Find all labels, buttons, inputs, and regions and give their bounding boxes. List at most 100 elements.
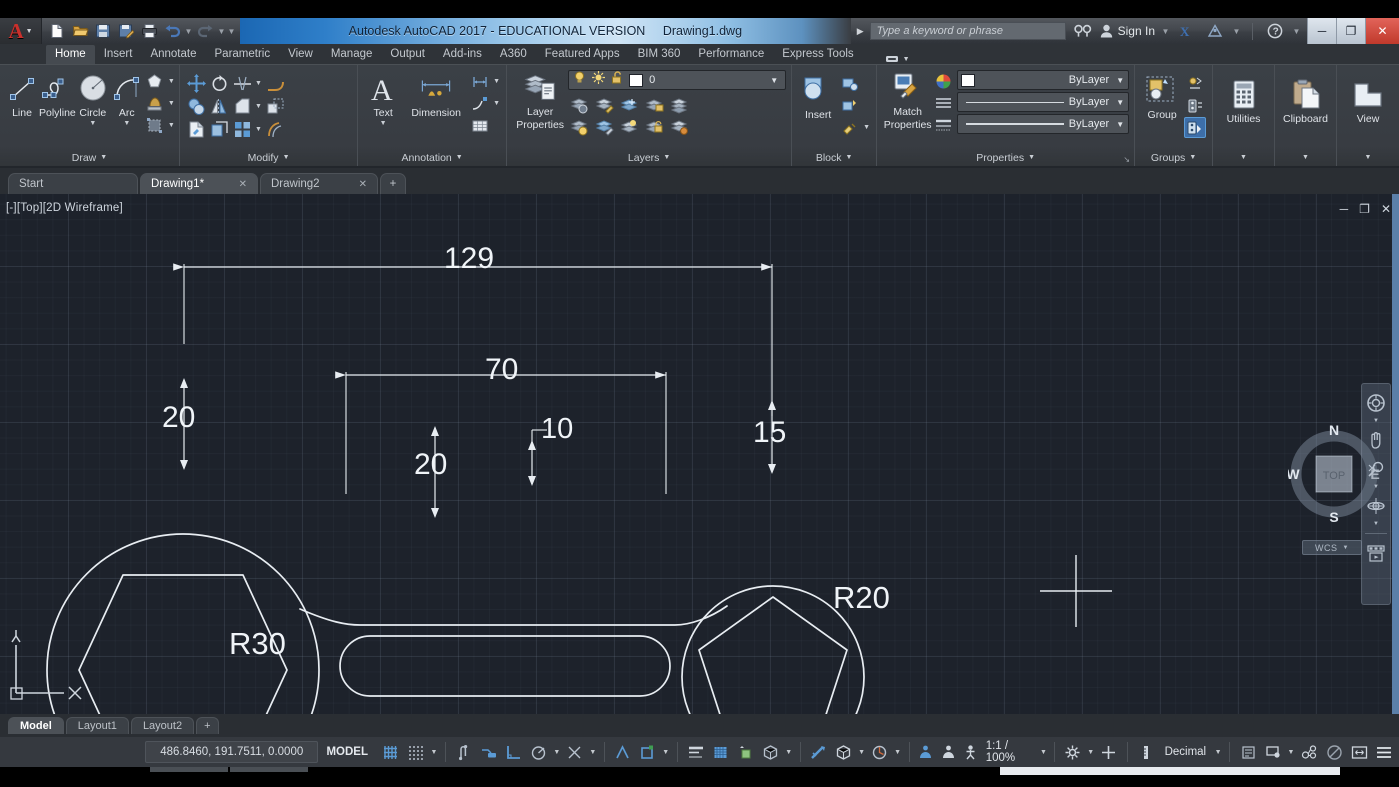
draw-polyline-button[interactable]: Polyline <box>39 69 76 119</box>
create-block-icon[interactable] <box>839 73 861 94</box>
draw-panel-title-bar[interactable]: Draw ▼ <box>0 149 179 166</box>
leader-dropdown-icon[interactable]: ▼ <box>492 100 501 107</box>
workspace-switching-icon[interactable] <box>1061 740 1085 764</box>
plot-icon[interactable] <box>138 20 160 42</box>
autoscale-icon[interactable] <box>915 740 936 764</box>
ribbon-tab-view[interactable]: View <box>279 45 322 64</box>
space-toggle[interactable]: MODEL <box>318 746 376 758</box>
ribbon-tab-output[interactable]: Output <box>381 45 434 64</box>
layer-on-icon[interactable] <box>568 116 590 137</box>
workspace-dropdown-icon[interactable]: ▼ <box>1086 749 1096 756</box>
close-icon[interactable]: ✕ <box>239 179 247 190</box>
view-button[interactable]: View <box>1342 75 1394 125</box>
new-icon[interactable] <box>46 20 68 42</box>
gizmo-icon[interactable] <box>832 740 856 764</box>
gradient-icon[interactable] <box>144 115 166 136</box>
dynamic-ucs-icon[interactable] <box>759 740 783 764</box>
layer-properties-button[interactable]: Layer Properties <box>512 68 568 131</box>
chevron-down-icon[interactable]: ▼ <box>1365 154 1372 161</box>
snap-dropdown-icon[interactable]: ▼ <box>429 749 439 756</box>
stretch-dropdown-icon[interactable]: ▼ <box>254 103 263 110</box>
chevron-down-icon[interactable]: ▼ <box>1116 120 1124 129</box>
sign-in-button[interactable]: Sign In <box>1100 24 1155 38</box>
hardware-acceleration-plus-icon[interactable] <box>1097 740 1121 764</box>
ribbon-tab-addins[interactable]: Add-ins <box>434 45 491 64</box>
rotate-icon[interactable] <box>208 73 230 94</box>
group-edit-icon[interactable] <box>1184 95 1206 116</box>
layer-lock-icon[interactable] <box>643 94 665 115</box>
file-tab-drawing1[interactable]: Drawing1* ✕ <box>140 173 258 194</box>
help-icon[interactable]: ? <box>1264 20 1286 42</box>
annotation-dropdown-icon[interactable]: ▼ <box>893 749 903 756</box>
redo-icon[interactable] <box>194 20 216 42</box>
explode-icon[interactable] <box>208 119 230 140</box>
units-dropdown-icon[interactable]: ▼ <box>1213 749 1223 756</box>
layer-freeze-thaw-icon[interactable] <box>591 70 606 90</box>
chevron-down-icon[interactable]: ▼ <box>100 154 107 161</box>
help-dropdown-icon[interactable]: ▼ <box>1292 27 1301 36</box>
clean-screen-no-icon[interactable] <box>1322 740 1346 764</box>
units-icon[interactable] <box>1134 740 1158 764</box>
new-layout-button[interactable]: + <box>196 717 219 734</box>
close-button[interactable]: ✕ <box>1365 18 1399 44</box>
chevron-down-icon[interactable]: ▼ <box>1302 154 1309 161</box>
redo-dropdown-icon[interactable]: ▼ <box>217 27 226 36</box>
layer-lock-unlock-icon[interactable] <box>610 70 625 90</box>
ucs-dropdown-icon[interactable]: ▼ <box>784 749 794 756</box>
layer-on-off-icon[interactable] <box>572 70 587 90</box>
draw-arc-button[interactable]: Arc ▼ <box>110 69 144 127</box>
scale-dropdown-icon[interactable]: ▼ <box>1039 749 1048 756</box>
customize-icon[interactable]: ▼ <box>227 27 236 36</box>
undo-dropdown-icon[interactable]: ▼ <box>184 27 193 36</box>
lineweight-dropdown[interactable]: ByLayer ▼ <box>957 114 1130 134</box>
layer-thaw-icon[interactable] <box>618 116 640 137</box>
insert-block-button[interactable]: Insert <box>797 71 839 121</box>
array-icon[interactable] <box>231 119 253 140</box>
close-icon[interactable]: ✕ <box>359 179 367 190</box>
hatch-icon[interactable] <box>144 93 166 114</box>
units-value[interactable]: Decimal <box>1159 746 1213 758</box>
object-snap-tracking-icon[interactable] <box>563 740 587 764</box>
layer-unisolate-icon[interactable] <box>593 116 615 137</box>
showmotion-icon[interactable] <box>1363 540 1389 566</box>
move-icon[interactable] <box>185 73 207 94</box>
layer-unlock-icon[interactable] <box>643 116 665 137</box>
ungroup-icon[interactable] <box>1184 73 1206 94</box>
polygon-dropdown-icon[interactable]: ▼ <box>167 78 176 85</box>
linetype-dropdown[interactable]: ByLayer ▼ <box>957 92 1130 112</box>
selection-cycling-icon[interactable] <box>734 740 758 764</box>
layer-isolate-icon[interactable] <box>593 94 615 115</box>
layout-tab-layout1[interactable]: Layout1 <box>65 717 129 734</box>
snap-mode-icon[interactable] <box>404 740 428 764</box>
circle-dropdown-icon[interactable]: ▼ <box>89 120 96 127</box>
new-tab-button[interactable]: + <box>380 173 406 194</box>
customization-icon[interactable] <box>1372 740 1396 764</box>
utilities-button[interactable]: Utilities <box>1218 75 1269 125</box>
quick-properties-icon[interactable] <box>1236 740 1260 764</box>
mirror-icon[interactable] <box>208 96 230 117</box>
leader-icon[interactable] <box>469 93 491 114</box>
3d-object-snap-icon[interactable] <box>636 740 660 764</box>
open-icon[interactable] <box>69 20 91 42</box>
copy-icon[interactable] <box>185 96 207 117</box>
annotation-scale-value[interactable]: 1:1 / 100% <box>982 740 1038 764</box>
ribbon-tab-express-tools[interactable]: Express Tools <box>773 45 862 64</box>
clipboard-button[interactable]: Clipboard <box>1280 75 1331 125</box>
layer-color-swatch[interactable] <box>629 73 644 87</box>
polar-tracking-icon[interactable] <box>527 740 551 764</box>
arc-dropdown-icon[interactable]: ▼ <box>123 120 130 127</box>
ribbon-tab-a360[interactable]: A360 <box>491 45 536 64</box>
layer-off-icon[interactable] <box>568 94 590 115</box>
ribbon-tab-parametric[interactable]: Parametric <box>206 45 280 64</box>
stretch-icon[interactable] <box>231 96 253 117</box>
chevron-down-icon[interactable]: ▼ <box>456 154 463 161</box>
ortho-mode-icon[interactable] <box>502 740 526 764</box>
osnap-dropdown-icon[interactable]: ▼ <box>661 749 671 756</box>
graphics-performance-icon[interactable] <box>1297 740 1321 764</box>
properties-dialog-launcher[interactable]: ↘ <box>1123 155 1130 164</box>
text-dropdown-icon[interactable]: ▼ <box>380 120 387 127</box>
layout-tab-model[interactable]: Model <box>8 717 64 734</box>
layer-control-dropdown[interactable]: 0 ▼ <box>568 70 787 90</box>
restore-button[interactable]: ❐ <box>1336 18 1365 44</box>
hatch-dropdown-icon[interactable]: ▼ <box>167 100 176 107</box>
